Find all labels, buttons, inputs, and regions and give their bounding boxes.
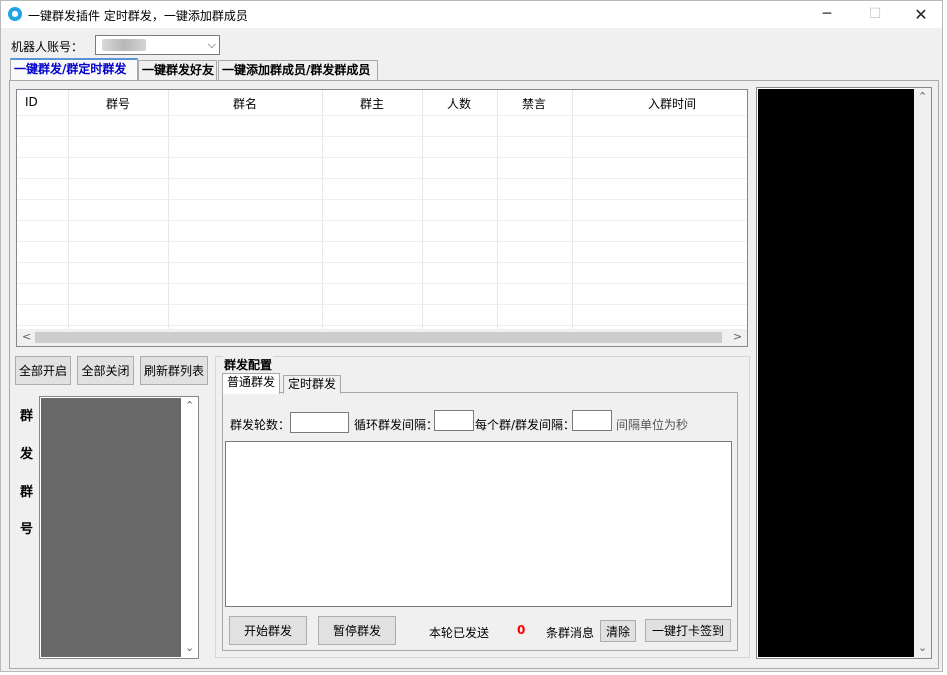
chevron-up-icon[interactable]: ⌃ <box>185 399 194 412</box>
minimize-button[interactable]: ─ <box>804 1 850 28</box>
tab-add-members[interactable]: 一键添加群成员/群发群成员 <box>218 60 378 80</box>
tab-friend-send[interactable]: 一键群发好友 <box>138 60 217 80</box>
log-vertical-scrollbar[interactable]: ⌃ ⌄ <box>914 88 931 658</box>
enable-all-button[interactable]: 全部开启 <box>15 356 71 385</box>
clear-button[interactable]: 清除 <box>600 620 636 642</box>
row-divider <box>17 199 747 200</box>
group-list-label-char: 发 <box>20 447 34 462</box>
row-divider <box>17 283 747 284</box>
group-table[interactable]: ID 群号 群名 群主 人数 禁言 入群时间 < > <box>16 89 748 347</box>
column-header-id[interactable]: ID <box>25 95 38 109</box>
column-header-member-count[interactable]: 人数 <box>447 95 471 112</box>
redacted-account-value <box>102 39 146 51</box>
loop-interval-input[interactable] <box>434 410 474 431</box>
log-panel[interactable]: ⌃ ⌄ <box>756 87 932 659</box>
per-group-interval-input[interactable] <box>572 410 612 431</box>
column-header-group-number[interactable]: 群号 <box>106 95 130 112</box>
column-owner: 群主 <box>323 90 423 329</box>
refresh-groups-button[interactable]: 刷新群列表 <box>140 356 208 385</box>
checkin-button[interactable]: 一键打卡签到 <box>645 619 731 642</box>
message-textarea[interactable] <box>225 441 732 607</box>
interval-unit-note: 间隔单位为秒 <box>616 418 689 432</box>
rounds-input[interactable] <box>290 412 349 433</box>
title-bar: ● 一键群发插件 定时群发，一键添加群成员 ─ ☐ ✕ <box>1 1 942 28</box>
config-title: 群发配置 <box>223 356 274 373</box>
log-output <box>758 89 914 657</box>
column-muted: 禁言 <box>498 90 573 329</box>
column-member-count: 人数 <box>423 90 498 329</box>
chevron-down-icon[interactable]: ⌄ <box>918 641 927 654</box>
column-header-join-time[interactable]: 入群时间 <box>648 95 696 112</box>
app-bubble-icon: ● <box>8 7 22 21</box>
robot-account-select[interactable]: ⌵ <box>95 35 220 55</box>
tab-normal-send[interactable]: 普通群发 <box>222 373 281 394</box>
row-divider <box>17 304 747 305</box>
maximize-button[interactable]: ☐ <box>852 1 898 28</box>
loop-interval-label: 循环群发间隔： <box>354 418 439 432</box>
row-divider <box>17 325 747 326</box>
messages-label: 条群消息 <box>546 626 595 640</box>
row-divider <box>17 262 747 263</box>
group-list-label-char: 号 <box>20 522 34 537</box>
row-divider <box>17 115 747 116</box>
chevron-right-icon[interactable]: > <box>733 330 742 343</box>
column-header-owner[interactable]: 群主 <box>360 95 384 112</box>
per-group-interval-label: 每个群/群发间隔： <box>475 418 576 432</box>
pause-send-button[interactable]: 暂停群发 <box>318 616 396 645</box>
scrollbar-thumb[interactable] <box>35 332 722 343</box>
column-header-muted[interactable]: 禁言 <box>522 95 546 112</box>
column-header-group-name[interactable]: 群名 <box>233 95 257 112</box>
row-divider <box>17 220 747 221</box>
group-number-list-content <box>41 398 181 657</box>
window-title: 一键群发插件 定时群发，一键添加群成员 <box>28 9 248 23</box>
row-divider <box>17 157 747 158</box>
chevron-down-icon: ⌵ <box>207 38 216 51</box>
table-horizontal-scrollbar[interactable]: < > <box>17 329 747 346</box>
robot-account-label: 机器人账号： <box>11 40 84 54</box>
tab-scheduled-send[interactable]: 定时群发 <box>283 375 342 394</box>
chevron-down-icon[interactable]: ⌄ <box>185 641 194 654</box>
group-number-list[interactable]: ⌃ ⌄ <box>39 396 199 659</box>
row-divider <box>17 178 747 179</box>
chevron-left-icon[interactable]: < <box>22 330 31 343</box>
chevron-up-icon[interactable]: ⌃ <box>918 90 927 103</box>
column-id: ID <box>17 90 69 329</box>
main-window: ● 一键群发插件 定时群发，一键添加群成员 ─ ☐ ✕ 机器人账号： ⌵ 一键群… <box>0 0 943 672</box>
row-divider <box>17 241 747 242</box>
sent-label: 本轮已发送 <box>429 626 490 640</box>
close-button[interactable]: ✕ <box>898 1 944 28</box>
rounds-label: 群发轮数： <box>230 418 291 432</box>
start-send-button[interactable]: 开始群发 <box>229 616 307 645</box>
group-list-label-char: 群 <box>20 409 34 424</box>
column-join-time: 入群时间 <box>573 90 747 329</box>
disable-all-button[interactable]: 全部关闭 <box>77 356 134 385</box>
column-group-number: 群号 <box>69 90 169 329</box>
column-group-name: 群名 <box>169 90 323 329</box>
tab-group-send[interactable]: 一键群发/群定时群发 <box>10 58 138 80</box>
row-divider <box>17 136 747 137</box>
sent-count: 0 <box>517 623 526 637</box>
group-list-label-char: 群 <box>20 485 34 500</box>
